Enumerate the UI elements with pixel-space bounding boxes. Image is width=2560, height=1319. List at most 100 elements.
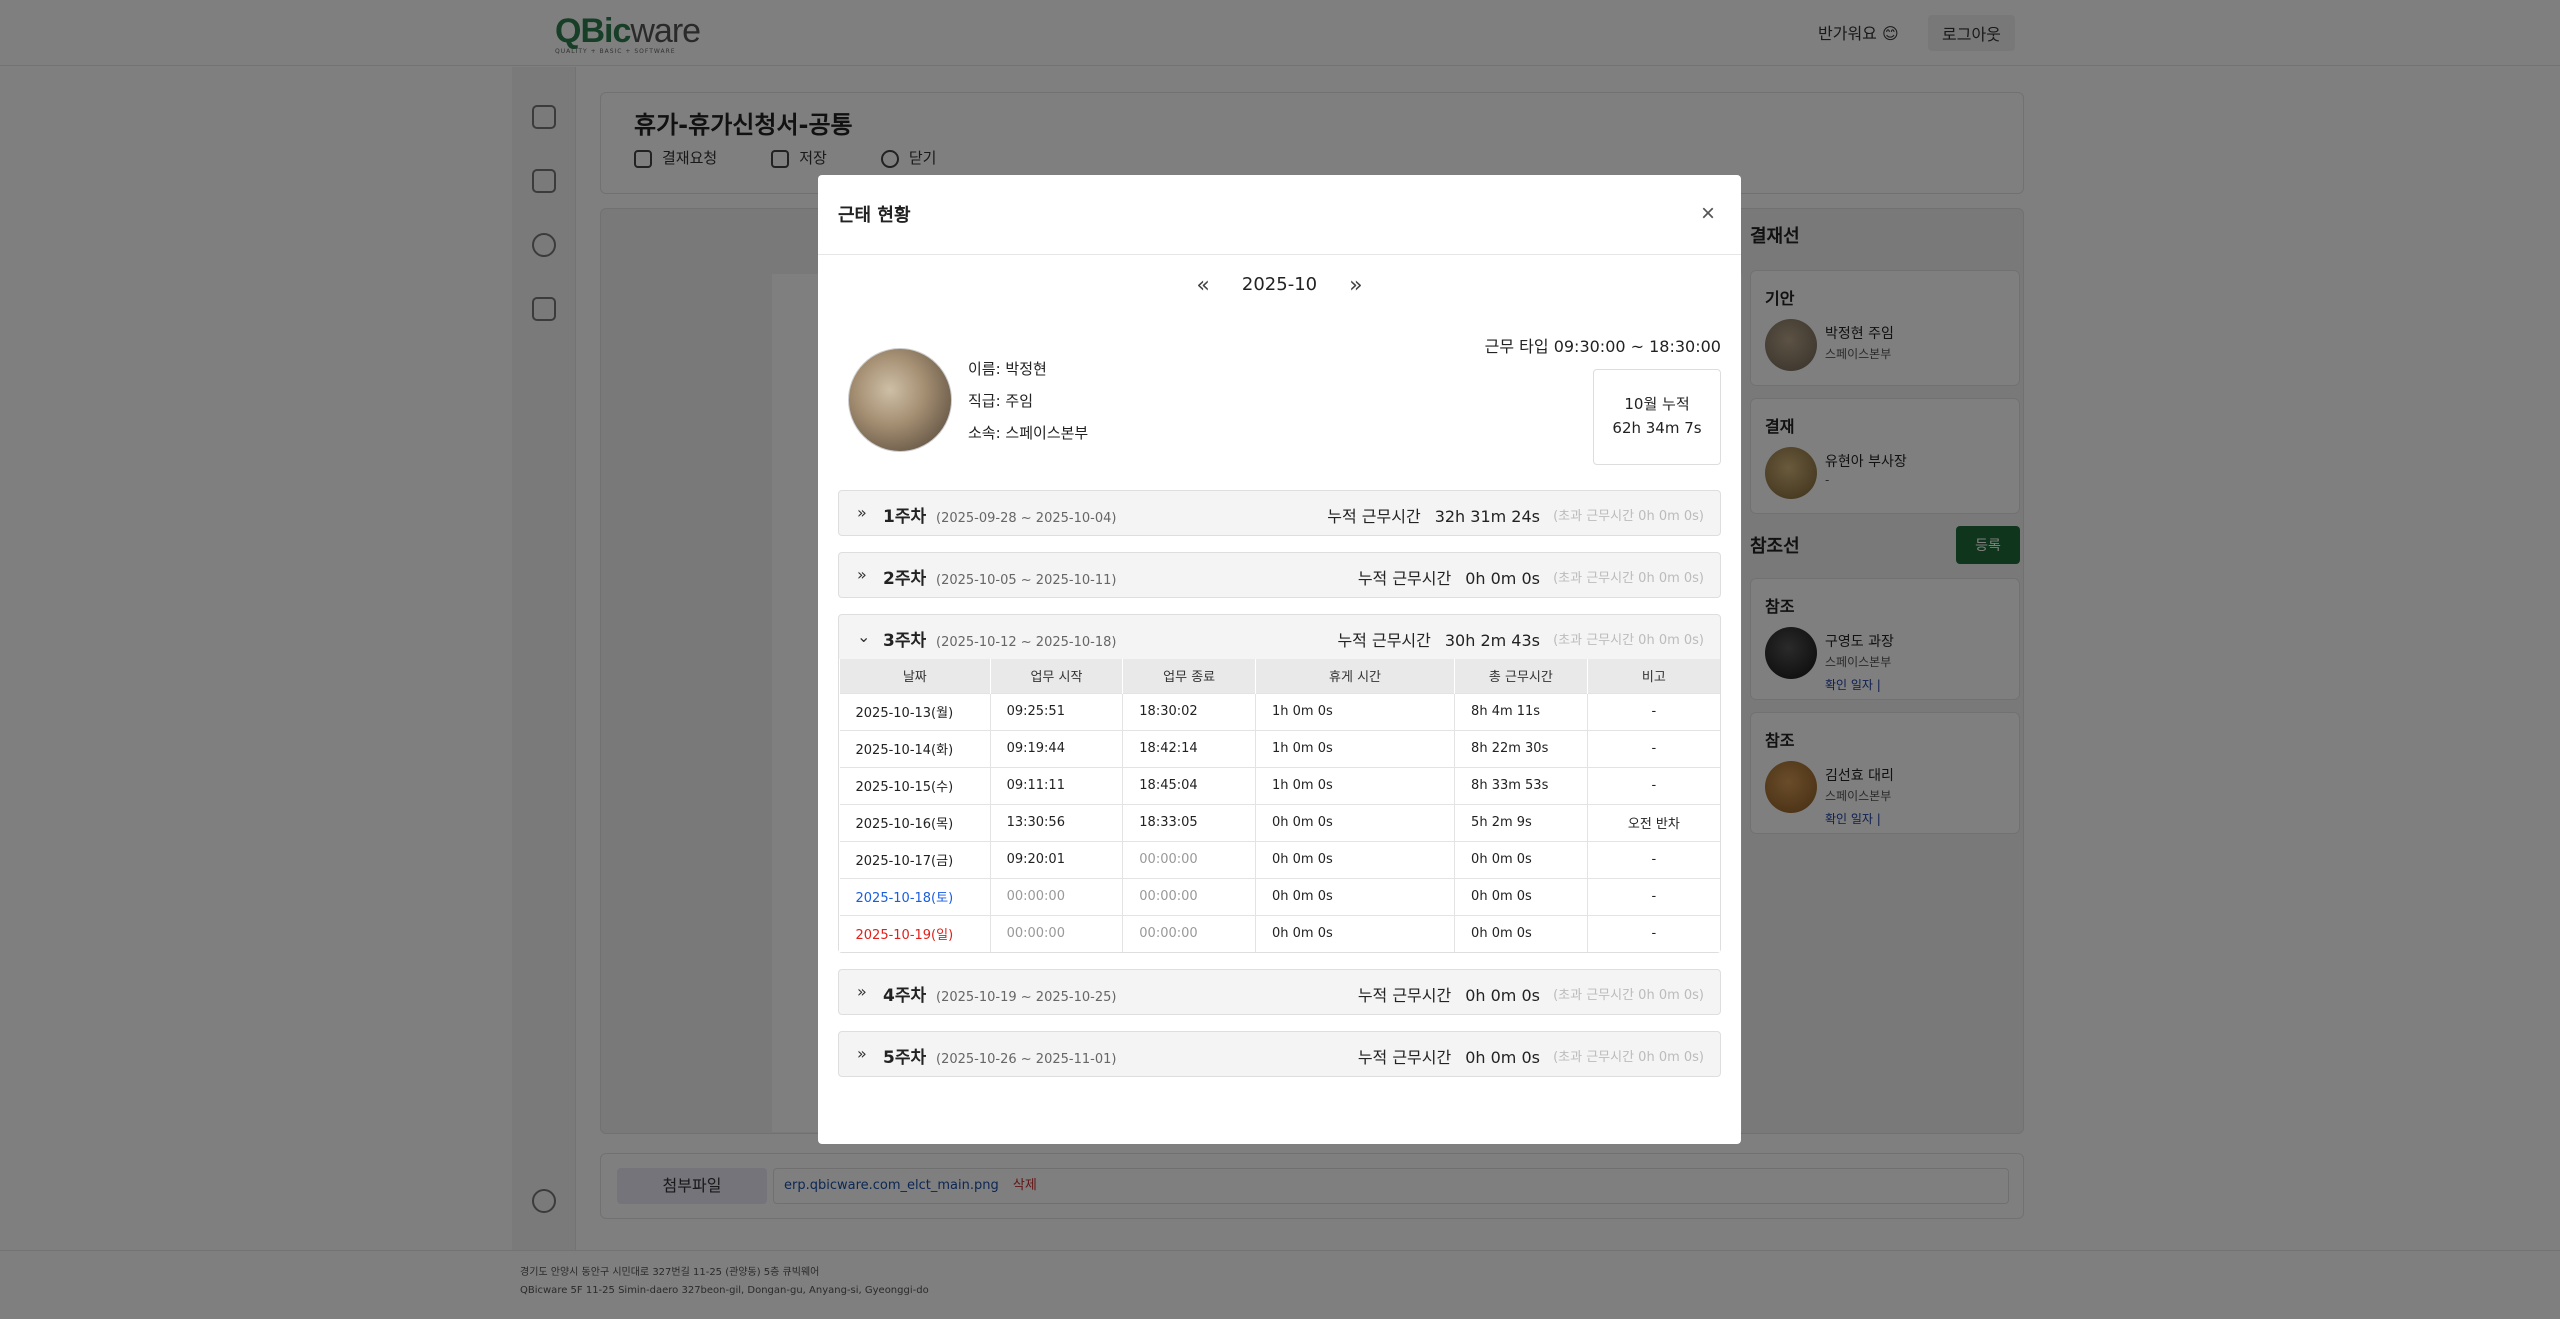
row-break: 1h 0m 0s bbox=[1254, 766, 1455, 804]
week-name: 5주차 (2025-10-26 ~ 2025-11-01) bbox=[883, 1043, 1116, 1068]
row-start: 00:00:00 bbox=[989, 877, 1123, 915]
week-header[interactable]: » 5주차 (2025-10-26 ~ 2025-11-01) 누적 근무시간 0h … bbox=[839, 1032, 1720, 1076]
row-note: 오전 반차 bbox=[1586, 803, 1720, 841]
row-total: 5h 2m 9s bbox=[1454, 803, 1588, 841]
week-cumulative-label: 누적 근무시간 bbox=[1357, 986, 1452, 1005]
week-accordion: » 5주차 (2025-10-26 ~ 2025-11-01) 누적 근무시간 0h … bbox=[838, 1031, 1721, 1077]
week-range: (2025-10-19 ~ 2025-10-25) bbox=[936, 990, 1117, 1005]
chevron-down-icon[interactable]: ⌄ bbox=[857, 627, 870, 646]
week-title: 1주차 bbox=[883, 507, 927, 527]
row-end: 00:00:00 bbox=[1122, 877, 1256, 915]
week-cumulative: 누적 근무시간 0h 0m 0s bbox=[1358, 565, 1540, 589]
week-cumulative-value: 30h 2m 43s bbox=[1444, 631, 1540, 650]
week-accordion: » 1주차 (2025-09-28 ~ 2025-10-04) 누적 근무시간 32h… bbox=[838, 490, 1721, 536]
row-break: 1h 0m 0s bbox=[1254, 692, 1455, 730]
table-header-row: 날짜 업무 시작 업무 종료 휴게 시간 총 근무시간 비고 bbox=[839, 659, 1720, 693]
chevron-right-icon[interactable]: » bbox=[857, 503, 867, 522]
row-total: 8h 33m 53s bbox=[1454, 766, 1588, 804]
week-header[interactable]: » 4주차 (2025-10-19 ~ 2025-10-25) 누적 근무시간 0h … bbox=[839, 970, 1720, 1014]
week-name: 3주차 (2025-10-12 ~ 2025-10-18) bbox=[883, 626, 1116, 651]
prev-month-icon[interactable]: « bbox=[1188, 273, 1218, 298]
week-range: (2025-09-28 ~ 2025-10-04) bbox=[936, 511, 1117, 526]
monthly-cumulative-label: 10월 누적 bbox=[1624, 395, 1690, 413]
work-type: 근무 타입 09:30:00 ~ 18:30:00 bbox=[1484, 337, 1721, 356]
row-date: 2025-10-19(일) bbox=[839, 914, 991, 952]
week-cumulative: 누적 근무시간 30h 2m 43s bbox=[1337, 627, 1540, 651]
week-overtime: (초과 근무시간 0h 0m 0s) bbox=[1553, 509, 1704, 524]
attendance-modal: 근태 현황 × « 2025-10 » 이름: 박정현 직급: 주임 소속: 스… bbox=[818, 175, 1741, 1144]
row-note: - bbox=[1586, 877, 1720, 915]
row-note: - bbox=[1586, 766, 1720, 804]
week-overtime: (초과 근무시간 0h 0m 0s) bbox=[1553, 571, 1704, 586]
week-cumulative-value: 0h 0m 0s bbox=[1465, 569, 1540, 588]
column-header: 업무 종료 bbox=[1122, 659, 1256, 693]
week-title: 2주차 bbox=[883, 569, 927, 589]
week-range: (2025-10-05 ~ 2025-10-11) bbox=[936, 573, 1117, 588]
row-note: - bbox=[1586, 914, 1720, 952]
profile-dept: 소속: 스페이스본부 bbox=[968, 424, 1089, 442]
week-range: (2025-10-26 ~ 2025-11-01) bbox=[936, 1052, 1117, 1067]
month-navigator: « 2025-10 » bbox=[818, 273, 1741, 298]
monthly-cumulative-value: 62h 34m 7s bbox=[1612, 419, 1702, 437]
row-total: 8h 4m 11s bbox=[1454, 692, 1588, 730]
week-title: 5주차 bbox=[883, 1048, 927, 1068]
week-cumulative-value: 0h 0m 0s bbox=[1465, 1048, 1540, 1067]
row-end: 00:00:00 bbox=[1122, 840, 1256, 878]
row-start: 09:11:11 bbox=[989, 766, 1123, 804]
row-date: 2025-10-17(금) bbox=[839, 840, 991, 878]
week-overtime: (초과 근무시간 0h 0m 0s) bbox=[1553, 1050, 1704, 1065]
column-header: 업무 시작 bbox=[989, 659, 1123, 693]
week-name: 2주차 (2025-10-05 ~ 2025-10-11) bbox=[883, 564, 1116, 589]
close-icon[interactable]: × bbox=[1695, 201, 1721, 227]
weeks-list: » 1주차 (2025-09-28 ~ 2025-10-04) 누적 근무시간 32h… bbox=[838, 490, 1721, 1093]
row-break: 0h 0m 0s bbox=[1254, 840, 1455, 878]
week-overtime: (초과 근무시간 0h 0m 0s) bbox=[1553, 633, 1704, 648]
row-end: 18:30:02 bbox=[1122, 692, 1256, 730]
week-accordion: ⌄ 3주차 (2025-10-12 ~ 2025-10-18) 누적 근무시간 30h… bbox=[838, 614, 1721, 953]
row-total: 0h 0m 0s bbox=[1454, 840, 1588, 878]
week-cumulative-value: 32h 31m 24s bbox=[1434, 507, 1540, 526]
week-cumulative: 누적 근무시간 0h 0m 0s bbox=[1358, 982, 1540, 1006]
week-cumulative: 누적 근무시간 32h 31m 24s bbox=[1327, 503, 1540, 527]
week-cumulative: 누적 근무시간 0h 0m 0s bbox=[1358, 1044, 1540, 1068]
modal-title: 근태 현황 bbox=[838, 205, 911, 226]
row-end: 18:33:05 bbox=[1122, 803, 1256, 841]
row-break: 1h 0m 0s bbox=[1254, 729, 1455, 767]
row-end: 18:42:14 bbox=[1122, 729, 1256, 767]
row-note: - bbox=[1586, 692, 1720, 730]
row-date: 2025-10-18(토) bbox=[839, 877, 991, 915]
next-month-icon[interactable]: » bbox=[1341, 273, 1371, 298]
chevron-right-icon[interactable]: » bbox=[857, 565, 867, 584]
row-total: 0h 0m 0s bbox=[1454, 914, 1588, 952]
week-header[interactable]: » 2주차 (2025-10-05 ~ 2025-10-11) 누적 근무시간 0h … bbox=[839, 553, 1720, 597]
week-cumulative-value: 0h 0m 0s bbox=[1465, 986, 1540, 1005]
week-accordion: » 4주차 (2025-10-19 ~ 2025-10-25) 누적 근무시간 0h … bbox=[838, 969, 1721, 1015]
table-row: 2025-10-14(화) 09:19:44 18:42:14 1h 0m 0s 8h … bbox=[839, 729, 1720, 767]
week-accordion: » 2주차 (2025-10-05 ~ 2025-10-11) 누적 근무시간 0h … bbox=[838, 552, 1721, 598]
table-row: 2025-10-18(토) 00:00:00 00:00:00 0h 0m 0s 0h … bbox=[839, 877, 1720, 915]
week-header[interactable]: » 1주차 (2025-09-28 ~ 2025-10-04) 누적 근무시간 32h… bbox=[839, 491, 1720, 535]
row-date: 2025-10-14(화) bbox=[839, 729, 991, 767]
column-header: 휴게 시간 bbox=[1254, 659, 1455, 693]
week-name: 1주차 (2025-09-28 ~ 2025-10-04) bbox=[883, 502, 1116, 527]
modal-header: 근태 현황 × bbox=[818, 175, 1741, 255]
column-header: 비고 bbox=[1586, 659, 1720, 693]
week-cumulative-label: 누적 근무시간 bbox=[1337, 631, 1431, 650]
table-row: 2025-10-19(일) 00:00:00 00:00:00 0h 0m 0s 0h … bbox=[839, 914, 1720, 952]
column-header: 날짜 bbox=[839, 659, 991, 693]
row-break: 0h 0m 0s bbox=[1254, 803, 1455, 841]
table-row: 2025-10-13(월) 09:25:51 18:30:02 1h 0m 0s 8h … bbox=[839, 692, 1720, 730]
row-note: - bbox=[1586, 729, 1720, 767]
table-row: 2025-10-15(수) 09:11:11 18:45:04 1h 0m 0s 8h … bbox=[839, 766, 1720, 804]
row-break: 0h 0m 0s bbox=[1254, 877, 1455, 915]
week-header[interactable]: ⌄ 3주차 (2025-10-12 ~ 2025-10-18) 누적 근무시간 30h… bbox=[839, 615, 1720, 659]
row-start: 00:00:00 bbox=[989, 914, 1123, 952]
week-title: 3주차 bbox=[883, 631, 927, 651]
chevron-right-icon[interactable]: » bbox=[857, 982, 867, 1001]
chevron-right-icon[interactable]: » bbox=[857, 1044, 867, 1063]
week-cumulative-label: 누적 근무시간 bbox=[1357, 1048, 1452, 1067]
row-total: 0h 0m 0s bbox=[1454, 877, 1588, 915]
week-title: 4주차 bbox=[883, 986, 927, 1006]
row-date: 2025-10-13(월) bbox=[839, 692, 991, 730]
row-end: 00:00:00 bbox=[1122, 914, 1256, 952]
